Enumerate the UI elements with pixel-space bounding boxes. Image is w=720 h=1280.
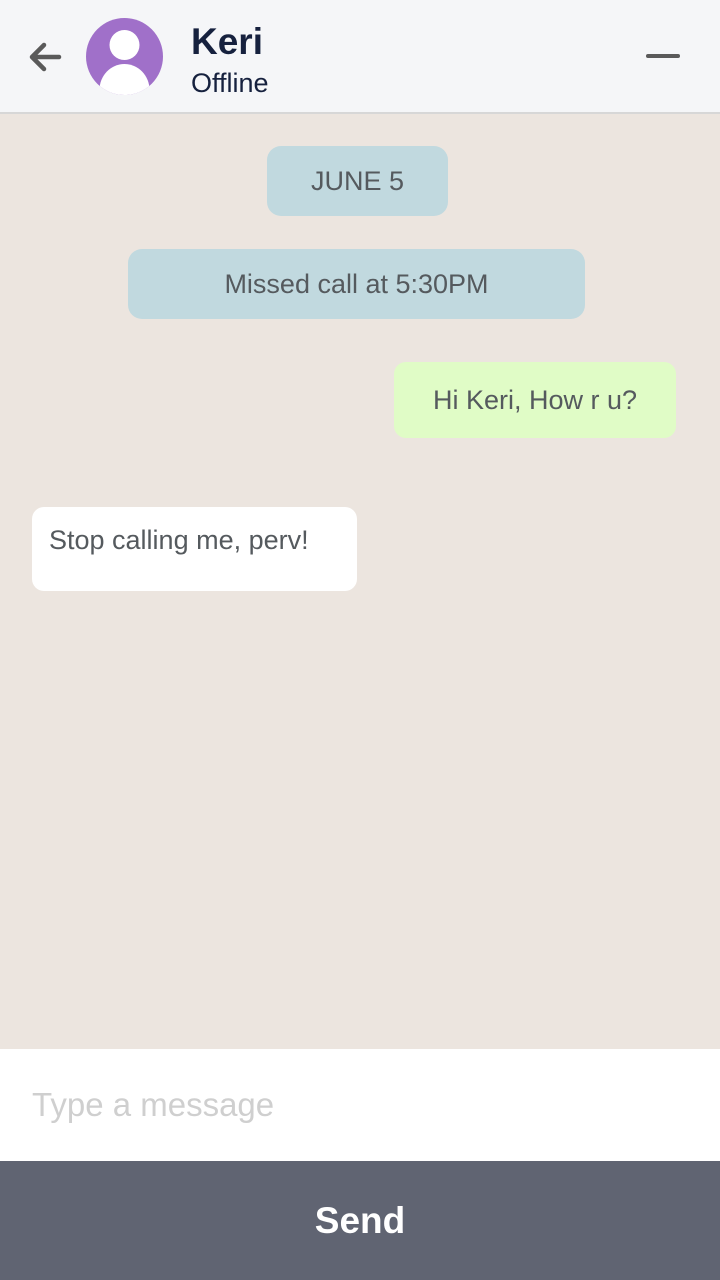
chat-screen: Keri Offline JUNE 5 Missed call at 5:30P… (0, 0, 720, 1280)
avatar[interactable] (86, 18, 163, 95)
message-input[interactable] (0, 1049, 720, 1161)
message-composer (0, 1049, 720, 1161)
minus-icon (646, 54, 680, 58)
chat-header: Keri Offline (0, 0, 720, 114)
back-button[interactable] (22, 34, 68, 80)
contact-name: Keri (191, 21, 263, 62)
incoming-message[interactable]: Stop calling me, perv! (32, 507, 357, 591)
minimize-button[interactable] (638, 38, 688, 74)
send-button[interactable]: Send (0, 1161, 720, 1280)
date-separator: JUNE 5 (267, 146, 448, 216)
person-icon (99, 30, 150, 95)
arrow-left-icon (29, 42, 62, 72)
missed-call-notice: Missed call at 5:30PM (128, 249, 585, 319)
contact-status: Offline (191, 68, 269, 98)
outgoing-message[interactable]: Hi Keri, How r u? (394, 362, 676, 438)
